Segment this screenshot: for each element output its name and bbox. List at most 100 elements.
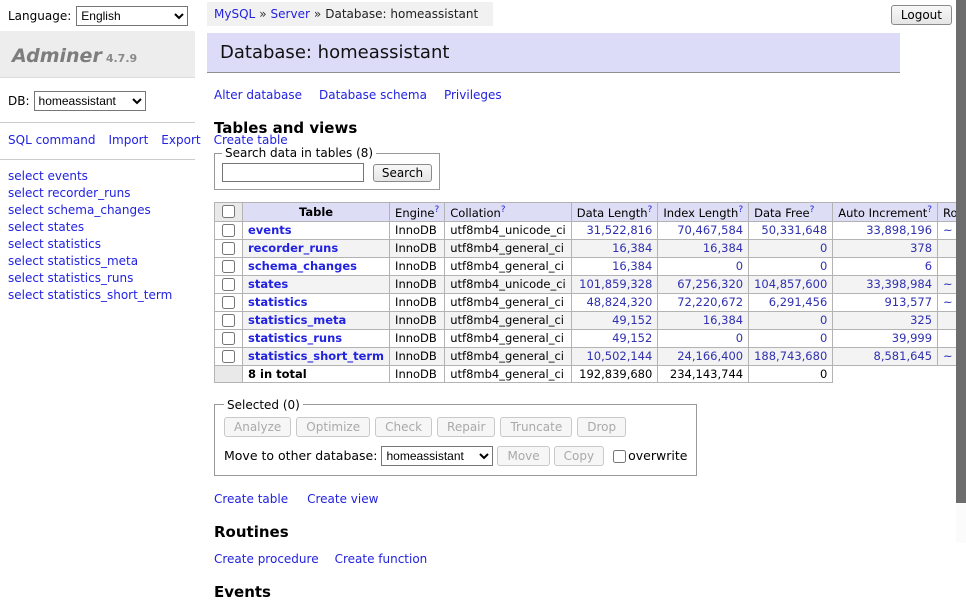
row-checkbox[interactable]	[222, 296, 235, 309]
db-link-privileges[interactable]: Privileges	[444, 88, 502, 102]
total-collation: utf8mb4_general_ci	[445, 365, 572, 382]
db-selector-row: DB: homeassistant	[8, 91, 195, 111]
language-label: Language:	[8, 9, 71, 23]
sidebar-select-states[interactable]: select states	[8, 219, 187, 236]
table-total-row: 8 in total InnoDB utf8mb4_general_ci 192…	[215, 365, 966, 382]
sidebar-select-statistics-meta[interactable]: select statistics_meta	[8, 253, 187, 270]
sidebar-actions: SQL commandImportExportCreate table	[8, 131, 186, 150]
page-scrollbar[interactable]	[956, 0, 966, 543]
breadcrumb-link-mysql[interactable]: MySQL	[214, 7, 255, 21]
tables-section-title: Tables and views	[214, 119, 966, 137]
link-create-function[interactable]: Create function	[335, 552, 428, 566]
cell-data-length: 10,502,144	[571, 347, 658, 365]
select-all-checkbox[interactable]	[222, 205, 235, 218]
help-link[interactable]: ?	[501, 205, 506, 215]
sidebar-table-links: select eventsselect recorder_runsselect …	[8, 168, 187, 304]
cell-auto-increment: 39,999	[833, 329, 938, 347]
table-link-statistics-runs[interactable]: statistics_runs	[248, 331, 342, 345]
row-checkbox[interactable]	[222, 260, 235, 273]
check-button[interactable]: Check	[375, 417, 432, 437]
db-link-database-schema[interactable]: Database schema	[319, 88, 427, 102]
help-link[interactable]: ?	[648, 205, 653, 215]
row-check-cell	[215, 221, 243, 239]
sidebar-action-export[interactable]: Export	[161, 133, 200, 147]
cell-data-length: 49,152	[571, 329, 658, 347]
sidebar-select-events[interactable]: select events	[8, 168, 187, 185]
table-row: statisticsInnoDButf8mb4_general_ci48,824…	[215, 293, 966, 311]
row-checkbox[interactable]	[222, 224, 235, 237]
cell-index-length: 16,384	[658, 311, 749, 329]
cell-collation: utf8mb4_general_ci	[445, 239, 572, 257]
cell-data-free: 0	[749, 311, 833, 329]
search-button[interactable]: Search	[373, 164, 432, 182]
cell-auto-increment: 325	[833, 311, 938, 329]
db-label: DB:	[8, 94, 30, 108]
total-label: 8 in total	[243, 365, 390, 382]
breadcrumb-link-server[interactable]: Server	[271, 7, 310, 21]
cell-table-name: states	[243, 275, 390, 293]
cell-collation: utf8mb4_general_ci	[445, 311, 572, 329]
table-link-statistics-meta[interactable]: statistics_meta	[248, 313, 346, 327]
breadcrumb-separator: »	[314, 7, 321, 21]
link-create-table[interactable]: Create table	[214, 492, 288, 506]
overwrite-option: overwrite	[611, 448, 687, 463]
scrollbar-thumb[interactable]	[956, 0, 966, 503]
link-create-view[interactable]: Create view	[307, 492, 378, 506]
cell-data-length: 16,384	[571, 257, 658, 275]
table-row: statistics_short_termInnoDButf8mb4_gener…	[215, 347, 966, 365]
row-checkbox[interactable]	[222, 350, 235, 363]
cell-data-free: 0	[749, 257, 833, 275]
total-data-length: 192,839,680	[571, 365, 658, 382]
logout-button[interactable]: Logout	[891, 5, 952, 25]
sidebar-action-sql-command[interactable]: SQL command	[8, 133, 95, 147]
repair-button[interactable]: Repair	[437, 417, 495, 437]
analyze-button[interactable]: Analyze	[224, 417, 291, 437]
language-select[interactable]: English	[76, 6, 188, 26]
move-label: Move to other database:	[224, 448, 377, 463]
search-input[interactable]	[222, 163, 364, 182]
move-db-select[interactable]: homeassistant	[381, 446, 493, 466]
help-link[interactable]: ?	[927, 205, 932, 215]
table-link-states[interactable]: states	[248, 277, 288, 291]
sidebar-select-statistics-runs[interactable]: select statistics_runs	[8, 270, 187, 287]
column-label: Data Free	[754, 206, 810, 220]
link-create-procedure[interactable]: Create procedure	[214, 552, 319, 566]
row-checkbox[interactable]	[222, 332, 235, 345]
cell-data-length: 101,859,328	[571, 275, 658, 293]
row-checkbox[interactable]	[222, 278, 235, 291]
help-link[interactable]: ?	[738, 205, 743, 215]
table-header-row: TableEngine?Collation?Data Length?Index …	[215, 203, 966, 222]
table-link-recorder-runs[interactable]: recorder_runs	[248, 241, 338, 255]
main-content: MySQL»Server»Database: homeassistant Dat…	[207, 0, 966, 601]
cell-data-length: 16,384	[571, 239, 658, 257]
truncate-button[interactable]: Truncate	[500, 417, 572, 437]
row-checkbox[interactable]	[222, 242, 235, 255]
column-label: Auto Increment	[838, 206, 927, 220]
sidebar-select-statistics-short-term[interactable]: select statistics_short_term	[8, 287, 187, 304]
move-button[interactable]: Move	[497, 446, 549, 466]
db-select[interactable]: homeassistant	[34, 91, 146, 111]
help-link[interactable]: ?	[434, 205, 439, 215]
select-all-cell	[215, 203, 243, 222]
table-link-statistics-short-term[interactable]: statistics_short_term	[248, 349, 384, 363]
selected-fieldset: Selected (0) AnalyzeOptimizeCheckRepairT…	[214, 398, 697, 476]
sidebar-action-import[interactable]: Import	[108, 133, 148, 147]
table-link-events[interactable]: events	[248, 223, 292, 237]
cell-engine: InnoDB	[390, 311, 445, 329]
optimize-button[interactable]: Optimize	[296, 417, 370, 437]
help-link[interactable]: ?	[810, 205, 815, 215]
row-check-cell	[215, 257, 243, 275]
sidebar-select-statistics[interactable]: select statistics	[8, 236, 187, 253]
table-link-schema-changes[interactable]: schema_changes	[248, 259, 357, 273]
row-checkbox[interactable]	[222, 314, 235, 327]
cell-data-free: 188,743,680	[749, 347, 833, 365]
column-label: Data Length	[577, 206, 648, 220]
cell-table-name: statistics_short_term	[243, 347, 390, 365]
drop-button[interactable]: Drop	[577, 417, 626, 437]
sidebar-select-schema-changes[interactable]: select schema_changes	[8, 202, 187, 219]
table-link-statistics[interactable]: statistics	[248, 295, 308, 309]
sidebar-select-recorder-runs[interactable]: select recorder_runs	[8, 185, 187, 202]
overwrite-checkbox[interactable]	[613, 450, 626, 463]
db-link-alter-database[interactable]: Alter database	[214, 88, 302, 102]
copy-button[interactable]: Copy	[554, 446, 604, 466]
